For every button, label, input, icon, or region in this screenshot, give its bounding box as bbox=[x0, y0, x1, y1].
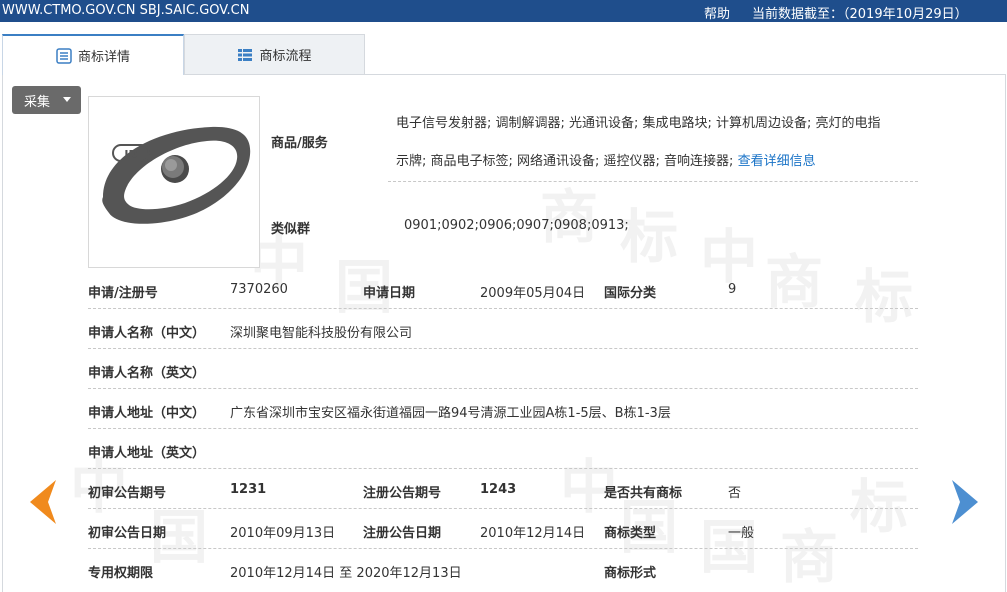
list-icon bbox=[56, 47, 72, 64]
similar-group-label: 类似群 bbox=[271, 222, 311, 237]
tab-trademark-process[interactable]: 商标流程 bbox=[184, 34, 365, 74]
apply-date-label: 申请日期 bbox=[363, 286, 416, 301]
intl-class-value: 9 bbox=[728, 282, 737, 297]
divider bbox=[388, 181, 918, 182]
watermark-char: 商 bbox=[780, 523, 839, 591]
goods-services-line1: 电子信号发射器; 调制解调器; 光通讯设备; 集成电路块; 计算机周边设备; 亮… bbox=[396, 116, 881, 131]
reg-date-label: 注册公告日期 bbox=[363, 526, 442, 541]
address-cn-value: 广东省深圳市宝安区福永街道福园一路94号清源工业园A栋1-5层、B栋1-3层 bbox=[230, 406, 671, 421]
tab-bar: 商标详情 商标流程 bbox=[0, 34, 1007, 75]
tm-type-label: 商标类型 bbox=[604, 526, 657, 541]
next-arrow-icon[interactable] bbox=[950, 478, 984, 526]
watermark-char: 商 bbox=[765, 248, 824, 316]
trademark-image: JD bbox=[88, 96, 260, 268]
divider bbox=[88, 548, 918, 549]
divider bbox=[88, 468, 918, 469]
term-value: 2010年12月14日 至 2020年12月13日 bbox=[230, 566, 462, 581]
data-as-of: 当前数据截至：（2019年10月29日） bbox=[752, 7, 968, 22]
divider bbox=[88, 348, 918, 349]
prelim-issue-value: 1231 bbox=[230, 482, 267, 497]
collect-dropdown-button[interactable]: 采集 bbox=[12, 86, 81, 114]
tab-label: 商标流程 bbox=[259, 49, 312, 64]
watermark-char: 商 bbox=[540, 183, 599, 251]
top-bar: WWW.CTMO.GOV.CN SBJ.SAIC.GOV.CN 帮助 当前数据截… bbox=[0, 0, 1007, 22]
trademark-logo: JD bbox=[102, 126, 251, 224]
watermark-char: 标 bbox=[850, 473, 909, 541]
tab-trademark-details[interactable]: 商标详情 bbox=[2, 34, 184, 75]
tab-label: 商标详情 bbox=[77, 50, 130, 65]
grid-list-icon bbox=[238, 48, 253, 61]
view-details-link[interactable]: 查看详细信息 bbox=[738, 154, 816, 169]
divider bbox=[88, 508, 918, 509]
reg-date-value: 2010年12月14日 bbox=[480, 526, 586, 541]
apply-date-value: 2009年05月04日 bbox=[480, 286, 586, 301]
address-cn-label: 申请人地址（中文） bbox=[88, 406, 206, 421]
prelim-issue-label: 初审公告期号 bbox=[88, 486, 167, 501]
goods-services-label: 商品/服务 bbox=[271, 136, 328, 151]
goods-services-text: 示牌; 商品电子标签; 网络通讯设备; 遥控仪器; 音响连接器; bbox=[396, 154, 734, 169]
watermark-char: 国 bbox=[700, 513, 759, 581]
shared-tm-label: 是否共有商标 bbox=[604, 486, 683, 501]
intl-class-label: 国际分类 bbox=[604, 286, 657, 301]
reg-no-value: 7370260 bbox=[230, 282, 288, 297]
svg-text:JD: JD bbox=[123, 148, 137, 161]
help-link[interactable]: 帮助 bbox=[704, 3, 730, 22]
prelim-date-label: 初审公告日期 bbox=[88, 526, 167, 541]
caret-down-icon bbox=[63, 97, 71, 102]
applicant-cn-value: 深圳聚电智能科技股份有限公司 bbox=[230, 326, 413, 341]
previous-arrow-icon[interactable] bbox=[24, 478, 58, 526]
divider bbox=[88, 388, 918, 389]
prelim-date-value: 2010年09月13日 bbox=[230, 526, 336, 541]
divider bbox=[88, 428, 918, 429]
reg-issue-label: 注册公告期号 bbox=[363, 486, 442, 501]
tm-type-value: 一般 bbox=[728, 526, 755, 541]
reg-no-label: 申请/注册号 bbox=[88, 286, 158, 301]
shared-tm-value: 否 bbox=[728, 486, 742, 501]
address-en-label: 申请人地址（英文） bbox=[88, 446, 206, 461]
collect-label: 采集 bbox=[24, 94, 51, 110]
watermark-char: 标 bbox=[855, 263, 914, 331]
divider bbox=[88, 308, 918, 309]
reg-issue-value: 1243 bbox=[480, 482, 517, 497]
applicant-cn-label: 申请人名称（中文） bbox=[88, 326, 206, 341]
applicant-en-label: 申请人名称（英文） bbox=[88, 366, 206, 381]
goods-services-line2: 示牌; 商品电子标签; 网络通讯设备; 遥控仪器; 音响连接器; 查看详细信息 bbox=[396, 150, 816, 169]
site-url: WWW.CTMO.GOV.CN SBJ.SAIC.GOV.CN bbox=[2, 3, 250, 18]
tm-form-label: 商标形式 bbox=[604, 566, 657, 581]
similar-group-value: 0901;0902;0906;0907;0908;0913; bbox=[404, 218, 629, 233]
term-label: 专用权期限 bbox=[88, 566, 154, 581]
